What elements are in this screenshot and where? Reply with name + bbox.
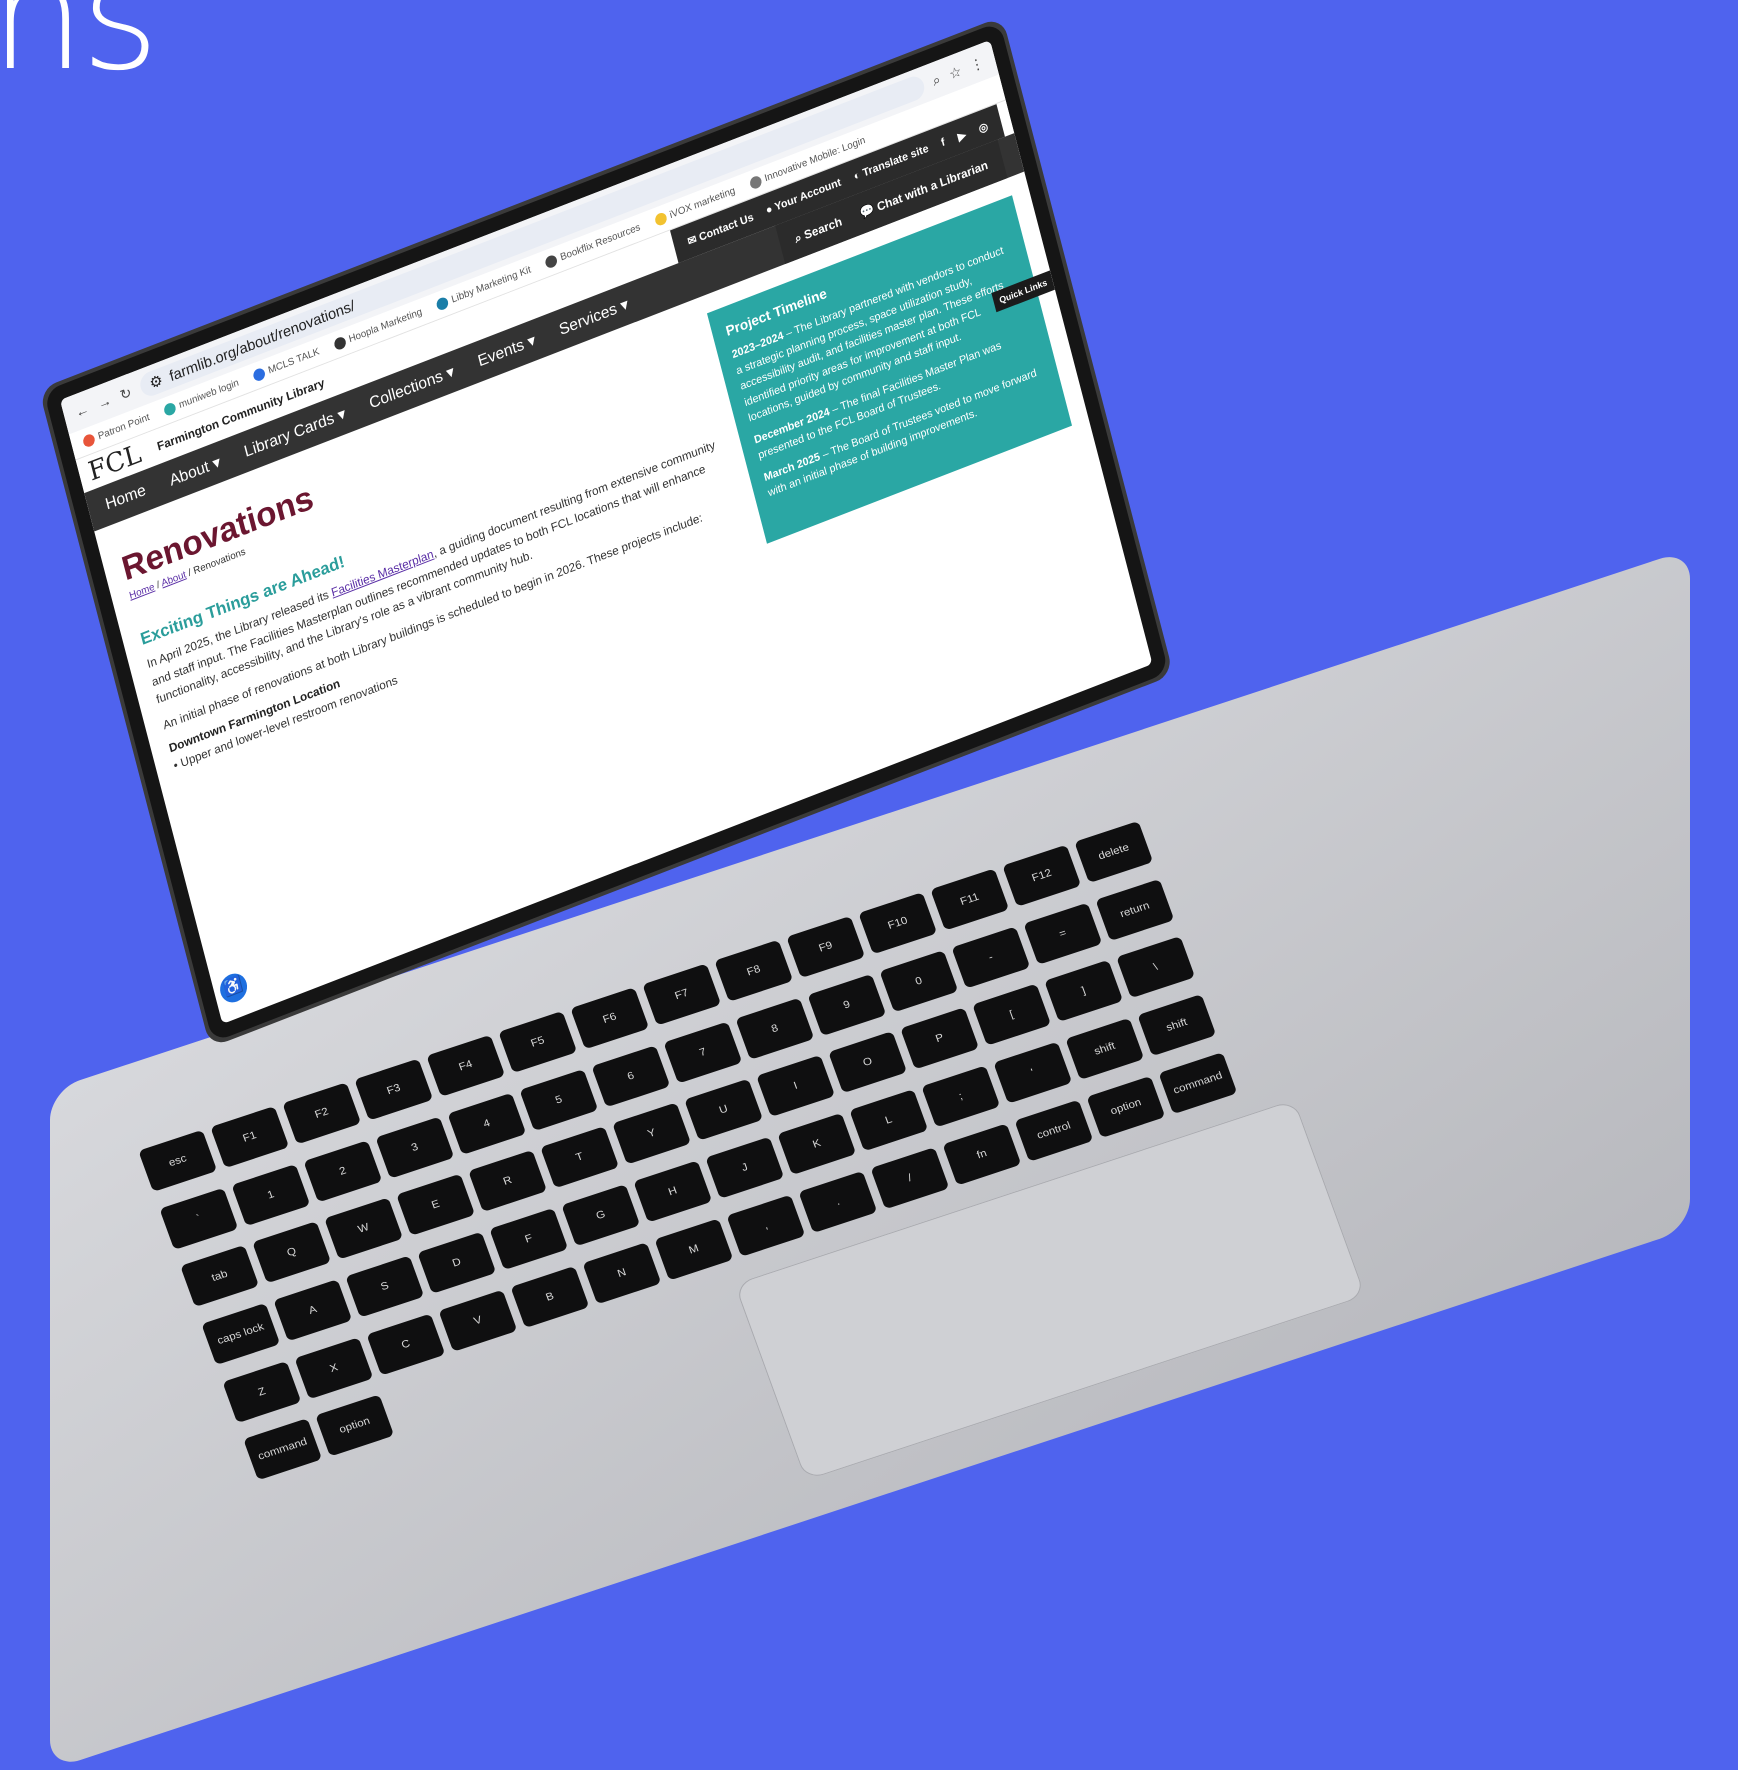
reload-icon[interactable]: ↻ — [118, 383, 133, 404]
keyboard-key[interactable]: option — [1086, 1075, 1166, 1138]
keyboard-key[interactable]: delete — [1074, 820, 1154, 884]
keyboard-key[interactable]: O — [828, 1031, 908, 1094]
keyboard-key[interactable]: F9 — [786, 915, 866, 979]
keyboard-key[interactable]: ] — [1044, 960, 1124, 1023]
keyboard-key[interactable]: F12 — [1002, 844, 1082, 907]
back-icon[interactable]: ← — [74, 400, 91, 420]
keyboard-key[interactable]: [ — [972, 983, 1052, 1047]
keyboard-key[interactable]: D — [417, 1231, 497, 1294]
keyboard-key[interactable]: I — [756, 1055, 836, 1118]
keyboard-key[interactable]: , — [726, 1194, 806, 1257]
keyboard-key[interactable]: 8 — [735, 997, 815, 1060]
keyboard-key[interactable]: F6 — [570, 987, 650, 1050]
keyboard-key[interactable]: Z — [222, 1360, 302, 1423]
keyboard-key[interactable]: V — [438, 1289, 518, 1352]
keyboard-key[interactable]: caps lock — [201, 1302, 281, 1366]
instagram-icon[interactable]: ◎ — [977, 119, 989, 135]
keyboard-key[interactable]: K — [777, 1112, 857, 1176]
keyboard-key[interactable]: S — [345, 1255, 425, 1318]
keyboard-key[interactable]: option — [315, 1394, 395, 1457]
keyboard-key[interactable]: \ — [1116, 936, 1196, 999]
keyboard-key[interactable]: N — [582, 1241, 662, 1305]
keyboard-key[interactable]: 4 — [447, 1092, 527, 1155]
keyboard-key[interactable]: X — [294, 1336, 374, 1400]
nav-home[interactable]: Home — [104, 482, 148, 515]
keyboard-key[interactable]: T — [540, 1126, 620, 1189]
keyboard-key[interactable]: return — [1095, 878, 1175, 941]
keyboard-key[interactable]: F11 — [930, 868, 1010, 931]
keyboard-key[interactable]: F10 — [858, 892, 938, 955]
keyboard-key[interactable]: control — [1014, 1099, 1094, 1162]
keyboard-key[interactable]: 0 — [879, 949, 959, 1013]
keyboard-key[interactable]: L — [849, 1089, 929, 1152]
keyboard-key[interactable]: F8 — [714, 939, 794, 1002]
keyboard-key[interactable]: E — [396, 1173, 476, 1237]
keyboard-key[interactable]: - — [951, 926, 1031, 989]
keyboard-key[interactable]: = — [1023, 902, 1103, 965]
keyboard-key[interactable]: 2 — [303, 1139, 383, 1203]
forward-icon[interactable]: → — [96, 392, 113, 412]
keyboard-key[interactable]: F3 — [354, 1058, 434, 1121]
youtube-icon[interactable]: ▶ — [956, 128, 967, 144]
keyboard-key[interactable]: H — [633, 1160, 713, 1223]
keyboard-key[interactable]: tab — [180, 1245, 260, 1308]
accessibility-icon[interactable]: ♿ — [217, 969, 251, 1007]
keyboard-key[interactable]: Y — [612, 1102, 692, 1165]
facebook-icon[interactable]: f — [940, 136, 946, 149]
keyboard-key[interactable]: 3 — [375, 1116, 455, 1179]
keyboard-key[interactable]: 7 — [663, 1021, 743, 1084]
keyboard-key[interactable]: J — [705, 1136, 785, 1199]
keyboard-key[interactable]: 9 — [807, 973, 887, 1036]
keyboard-key[interactable]: fn — [942, 1123, 1022, 1186]
zoom-icon[interactable]: ⌕ — [931, 70, 943, 89]
keyboard-key[interactable]: esc — [138, 1129, 218, 1192]
keyboard-key[interactable]: R — [468, 1150, 548, 1213]
keyboard-key[interactable]: shift — [1137, 994, 1217, 1057]
keyboard-key[interactable]: U — [684, 1078, 764, 1142]
keyboard-key[interactable]: 6 — [591, 1044, 671, 1108]
keyboard-key[interactable]: F2 — [282, 1082, 362, 1145]
keyboard-key[interactable]: F7 — [642, 963, 722, 1026]
keyboard-key[interactable]: ; — [921, 1065, 1001, 1128]
keyboard-key[interactable]: F5 — [498, 1010, 578, 1074]
search-button[interactable]: ⌕ Search — [793, 214, 843, 246]
keyboard-key[interactable]: Q — [252, 1221, 332, 1284]
keyboard-key[interactable]: F — [489, 1207, 569, 1271]
keyboard-key[interactable]: command — [243, 1418, 323, 1481]
keyboard-key[interactable]: C — [366, 1313, 446, 1376]
keyboard-key[interactable]: command — [1158, 1051, 1238, 1114]
keyboard-key[interactable]: 1 — [231, 1163, 311, 1226]
keyboard-key[interactable]: F4 — [426, 1034, 506, 1097]
site-settings-icon[interactable]: ⚙ — [148, 371, 165, 393]
keyboard-key[interactable]: / — [870, 1146, 950, 1210]
background-title-fragment: ns — [0, 0, 159, 104]
keyboard-key[interactable]: F1 — [210, 1105, 290, 1169]
keyboard-key[interactable]: 5 — [519, 1068, 599, 1131]
bookmark-star-icon[interactable]: ☆ — [947, 62, 963, 83]
keyboard-key[interactable]: ` — [159, 1187, 239, 1250]
menu-icon[interactable]: ⋮ — [968, 53, 985, 74]
keyboard-key[interactable]: A — [273, 1279, 353, 1342]
keyboard-key[interactable]: G — [561, 1184, 641, 1247]
keyboard-key[interactable]: ' — [993, 1041, 1073, 1104]
keyboard-key[interactable]: P — [900, 1007, 980, 1070]
keyboard-key[interactable]: shift — [1065, 1017, 1145, 1081]
keyboard-key[interactable]: . — [798, 1170, 878, 1233]
keyboard-key[interactable]: B — [510, 1265, 590, 1328]
keyboard-key[interactable]: M — [654, 1218, 734, 1281]
keyboard-key[interactable]: W — [324, 1197, 404, 1260]
